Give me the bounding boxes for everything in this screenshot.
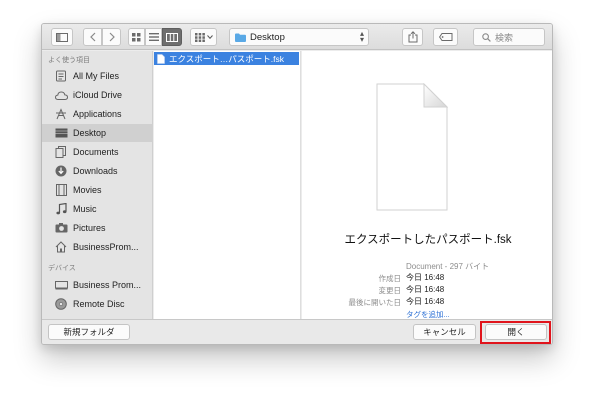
forward-button[interactable] bbox=[102, 28, 121, 46]
sidebar-item-pictures[interactable]: Pictures bbox=[42, 219, 153, 237]
cloud-icon bbox=[54, 88, 68, 102]
last-opened-value: 今日 16:48 bbox=[406, 297, 445, 306]
sidebar-item-label: Desktop bbox=[73, 128, 107, 138]
sidebar-item-label: Remote Disc bbox=[73, 299, 125, 309]
sidebar-item-movies[interactable]: Movies bbox=[42, 181, 153, 199]
movies-icon bbox=[54, 183, 68, 197]
file-column: エクスポート…パスポート.fsk bbox=[154, 51, 301, 319]
icon-view-button[interactable] bbox=[128, 28, 145, 46]
computer-icon bbox=[54, 278, 68, 292]
toolbar: Desktop ▴ ▾ 検索 bbox=[42, 24, 552, 50]
folder-icon bbox=[235, 33, 246, 42]
favorites-heading: よく使う項目 bbox=[48, 57, 90, 64]
column-view-icon bbox=[166, 32, 178, 42]
sidebar-item-label: Documents bbox=[73, 147, 119, 157]
sidebar-item-desktop[interactable]: Desktop bbox=[42, 124, 153, 142]
file-row-selected[interactable]: エクスポート…パスポート.fsk bbox=[154, 52, 299, 65]
sidebar-item-label: Applications bbox=[73, 109, 122, 119]
pictures-icon bbox=[54, 221, 68, 235]
column-view-button[interactable] bbox=[162, 28, 182, 46]
open-button-highlight bbox=[480, 321, 551, 344]
sidebar-item-label: iCloud Drive bbox=[73, 90, 123, 100]
applications-icon bbox=[54, 107, 68, 121]
music-icon bbox=[54, 202, 68, 216]
sidebar-toggle-button[interactable] bbox=[51, 28, 73, 46]
last-opened-label: 最後に開いた日 bbox=[348, 298, 402, 307]
cancel-button[interactable]: キャンセル bbox=[413, 324, 476, 340]
share-button[interactable] bbox=[402, 28, 423, 46]
chevron-down-icon bbox=[206, 35, 213, 39]
back-button[interactable] bbox=[83, 28, 102, 46]
open-file-dialog: Desktop ▴ ▾ 検索 よく使う項目 All My Files iCloud… bbox=[41, 23, 553, 345]
desktop-icon bbox=[54, 126, 68, 140]
chevron-right-icon bbox=[109, 32, 115, 42]
sidebar-item-remote-disc[interactable]: Remote Disc bbox=[42, 295, 153, 313]
modified-value: 今日 16:48 bbox=[406, 285, 445, 294]
sidebar-item-icloud-drive[interactable]: iCloud Drive bbox=[42, 86, 153, 104]
document-preview-icon bbox=[376, 83, 448, 211]
sidebar-item-label: BusinessProm... bbox=[73, 242, 139, 252]
search-icon bbox=[482, 32, 491, 42]
chevron-left-icon bbox=[89, 32, 95, 42]
modified-label: 変更日 bbox=[378, 286, 402, 295]
sidebar-item-label: Music bbox=[73, 204, 97, 214]
home-icon bbox=[54, 240, 68, 254]
sidebar-item-label: Downloads bbox=[73, 166, 118, 176]
sidebar-item-downloads[interactable]: Downloads bbox=[42, 162, 153, 180]
devices-heading: デバイス bbox=[48, 265, 76, 272]
sidebar-item-label: Business Prom... bbox=[73, 280, 142, 290]
group-grid-icon bbox=[194, 32, 205, 42]
tag-icon bbox=[438, 33, 452, 41]
preview-file-title: エクスポートしたパスポート.fsk bbox=[344, 234, 512, 246]
preview-pane: エクスポートしたパスポート.fsk Document - 297 バイト 作成日… bbox=[302, 51, 552, 319]
list-view-button[interactable] bbox=[145, 28, 162, 46]
document-icon bbox=[157, 53, 165, 64]
sidebar-item-business-prom[interactable]: Business Prom... bbox=[42, 276, 153, 294]
sidebar-item-music[interactable]: Music bbox=[42, 200, 153, 218]
sidebar-toggle-icon bbox=[56, 32, 68, 42]
sidebar-item-all-my-files[interactable]: All My Files bbox=[42, 67, 153, 85]
sidebar: よく使う項目 All My Files iCloud Drive Applica… bbox=[42, 51, 153, 319]
location-popup[interactable]: Desktop ▴ ▾ bbox=[229, 28, 369, 46]
search-placeholder: 検索 bbox=[495, 32, 514, 43]
search-field[interactable]: 検索 bbox=[473, 28, 545, 46]
updown-chevron-icon: ▴ ▾ bbox=[359, 29, 364, 44]
sidebar-item-label: Pictures bbox=[73, 223, 106, 233]
sidebar-item-label: Movies bbox=[73, 185, 102, 195]
location-label: Desktop bbox=[250, 31, 285, 43]
tags-button[interactable] bbox=[433, 28, 458, 46]
new-folder-button[interactable]: 新規フォルダ bbox=[48, 324, 130, 340]
all-files-icon bbox=[54, 69, 68, 83]
created-value: 今日 16:48 bbox=[406, 273, 445, 282]
sidebar-item-home[interactable]: BusinessProm... bbox=[42, 238, 153, 256]
sidebar-item-documents[interactable]: Documents bbox=[42, 143, 153, 161]
icon-view-icon bbox=[132, 32, 141, 41]
file-kind-size: Document - 297 バイト bbox=[406, 262, 490, 271]
sidebar-item-label: All My Files bbox=[73, 71, 120, 81]
list-view-icon bbox=[148, 33, 159, 41]
documents-icon bbox=[54, 145, 68, 159]
group-by-button[interactable] bbox=[190, 28, 217, 46]
file-name: エクスポート…パスポート.fsk bbox=[169, 53, 284, 64]
created-label: 作成日 bbox=[378, 274, 402, 283]
disc-icon bbox=[54, 297, 68, 311]
downloads-icon bbox=[54, 164, 68, 178]
share-icon bbox=[408, 31, 417, 43]
sidebar-item-applications[interactable]: Applications bbox=[42, 105, 153, 123]
